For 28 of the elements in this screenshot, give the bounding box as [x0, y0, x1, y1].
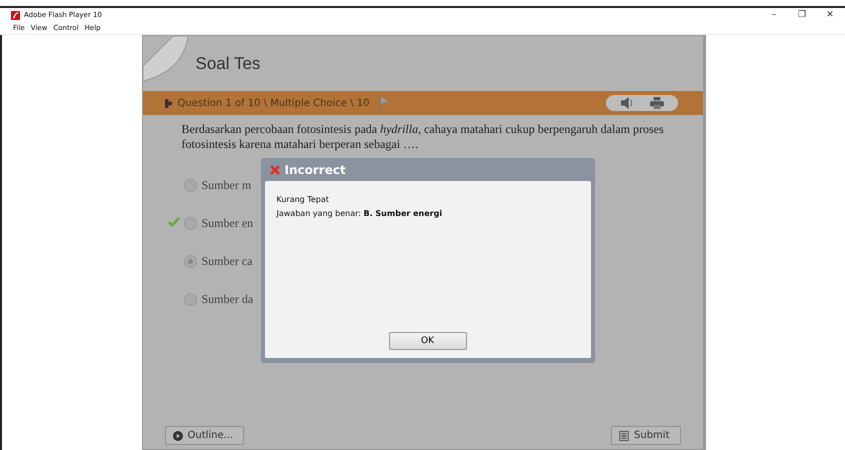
flag-icon[interactable]: [379, 94, 390, 112]
question-text: Berdasarkan percobaan fotosintesis pada hydrilla, cahaya matahari cukup berpengaruh dalam proses fotosintesis karena matahari berperan sebagai ….: [182, 122, 665, 152]
puzzle-icon: [164, 98, 172, 108]
window-control[interactable]: ✕: [819, 10, 841, 20]
option-label[interactable]: Sumber ca: [202, 254, 252, 268]
radio-button[interactable]: [184, 216, 196, 230]
question-info: Question 1 of 10 \ Multiple Choice \ 10: [178, 98, 370, 108]
close-icon: [270, 164, 280, 174]
radio-button[interactable]: [184, 178, 196, 192]
option-label[interactable]: Sumber m: [202, 178, 252, 192]
ok-button[interactable]: OK: [388, 332, 466, 350]
window-control[interactable]: ❐: [791, 10, 813, 20]
dialog-title: Incorrect: [284, 162, 346, 176]
submit-button[interactable]: Submit: [611, 426, 680, 445]
print-icon[interactable]: [650, 97, 664, 109]
option-label[interactable]: Sumber da: [202, 292, 254, 306]
option-label[interactable]: Sumber en: [202, 216, 254, 230]
speaker-icon[interactable]: [620, 97, 634, 109]
dialog-message: Kurang Tepat: [276, 194, 330, 206]
dialog-message: Jawaban yang benar: B. Sumber energi: [276, 208, 444, 220]
play-icon: [172, 430, 182, 440]
document-icon: [619, 430, 630, 440]
radio-button[interactable]: [184, 292, 196, 306]
window-control[interactable]: –: [763, 10, 785, 20]
radio-button[interactable]: [184, 254, 196, 268]
app-icon: [11, 10, 20, 20]
outline-button[interactable]: Outline...: [164, 426, 244, 445]
quiz-title: Soal Tes: [196, 54, 260, 74]
